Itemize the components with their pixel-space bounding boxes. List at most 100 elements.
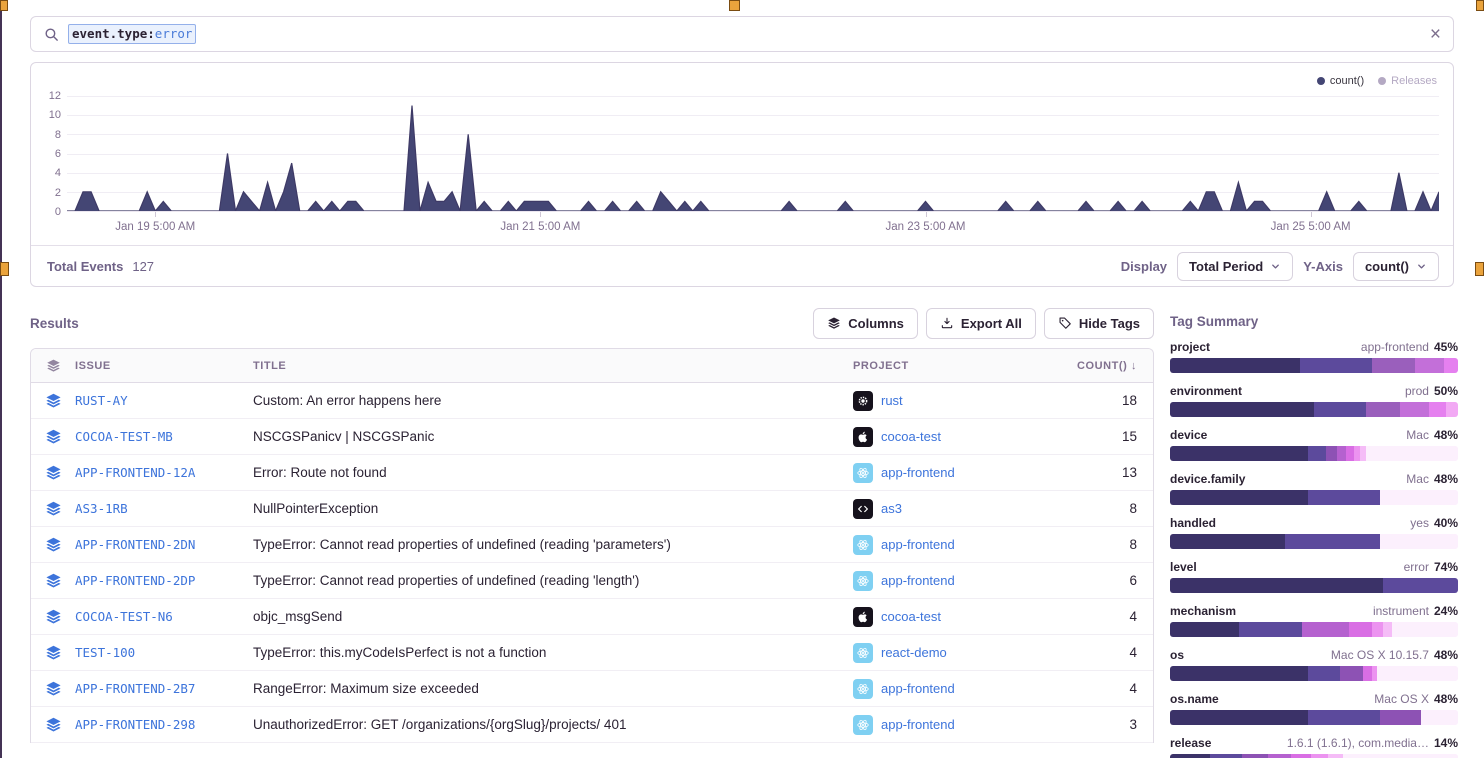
tag-bar[interactable] bbox=[1170, 358, 1458, 373]
tag-bar-segment[interactable] bbox=[1170, 622, 1239, 637]
project-link[interactable]: as3 bbox=[881, 501, 902, 516]
issues-stack-icon[interactable] bbox=[31, 608, 75, 625]
tag-bar[interactable] bbox=[1170, 666, 1458, 681]
selection-handle-right-middle[interactable] bbox=[1475, 262, 1484, 276]
tag-bar-segment[interactable] bbox=[1337, 446, 1346, 461]
project-link[interactable]: cocoa-test bbox=[881, 429, 941, 444]
issue-link[interactable]: COCOA-TEST-N6 bbox=[75, 609, 173, 624]
tag-bar-segment[interactable] bbox=[1346, 446, 1355, 461]
issues-stack-icon[interactable] bbox=[31, 680, 75, 697]
tag-bar-segment[interactable] bbox=[1170, 358, 1300, 373]
tag-bar-segment[interactable] bbox=[1326, 446, 1338, 461]
tag-bar-segment[interactable] bbox=[1308, 666, 1340, 681]
column-header-project[interactable]: PROJECT bbox=[853, 360, 1065, 372]
tag-bar-segment[interactable] bbox=[1444, 358, 1458, 373]
tag-bar-segment[interactable] bbox=[1343, 754, 1458, 758]
tag-bar-segment[interactable] bbox=[1300, 358, 1372, 373]
tag-bar[interactable] bbox=[1170, 446, 1458, 461]
tag-bar-segment[interactable] bbox=[1170, 666, 1308, 681]
tag-bar-segment[interactable] bbox=[1421, 710, 1458, 725]
issue-link[interactable]: APP-FRONTEND-2DP bbox=[75, 573, 195, 588]
tag-bar[interactable] bbox=[1170, 622, 1458, 637]
search-query-token[interactable]: event.type:error bbox=[68, 24, 196, 44]
tag-bar-segment[interactable] bbox=[1285, 534, 1380, 549]
tag-bar-segment[interactable] bbox=[1302, 622, 1348, 637]
legend-item[interactable]: Releases bbox=[1378, 75, 1437, 87]
selection-handle-left-middle[interactable] bbox=[0, 262, 9, 276]
display-dropdown[interactable]: Total Period bbox=[1177, 252, 1293, 281]
issues-stack-icon[interactable] bbox=[31, 500, 75, 517]
tag-bar-segment[interactable] bbox=[1170, 490, 1308, 505]
tag-bar-segment[interactable] bbox=[1308, 446, 1325, 461]
close-icon[interactable]: × bbox=[1430, 25, 1441, 44]
tag-bar-segment[interactable] bbox=[1392, 622, 1458, 637]
project-link[interactable]: cocoa-test bbox=[881, 609, 941, 624]
issue-link[interactable]: APP-FRONTEND-298 bbox=[75, 717, 195, 732]
tag-bar-segment[interactable] bbox=[1239, 622, 1302, 637]
issue-link[interactable]: APP-FRONTEND-12A bbox=[75, 465, 195, 480]
tag-bar-segment[interactable] bbox=[1446, 402, 1458, 417]
legend-item[interactable]: count() bbox=[1317, 75, 1364, 87]
issues-stack-icon[interactable] bbox=[31, 464, 75, 481]
issues-stack-icon[interactable] bbox=[31, 392, 75, 409]
tag-bar-segment[interactable] bbox=[1170, 534, 1285, 549]
tag-bar-segment[interactable] bbox=[1340, 666, 1363, 681]
issues-stack-icon[interactable] bbox=[31, 716, 75, 733]
tag-bar-segment[interactable] bbox=[1363, 666, 1372, 681]
issues-stack-icon[interactable] bbox=[31, 572, 75, 589]
tag-bar-segment[interactable] bbox=[1311, 754, 1328, 758]
tag-bar-segment[interactable] bbox=[1210, 754, 1242, 758]
tag-bar-segment[interactable] bbox=[1429, 402, 1446, 417]
yaxis-dropdown[interactable]: count() bbox=[1353, 252, 1439, 281]
tag-bar-segment[interactable] bbox=[1377, 666, 1458, 681]
project-link[interactable]: app-frontend bbox=[881, 717, 955, 732]
tag-bar-segment[interactable] bbox=[1170, 446, 1308, 461]
tag-bar[interactable] bbox=[1170, 490, 1458, 505]
hide-tags-button[interactable]: Hide Tags bbox=[1044, 308, 1154, 339]
project-link[interactable]: app-frontend bbox=[881, 465, 955, 480]
chart-legend[interactable]: count() Releases bbox=[1317, 75, 1437, 87]
tag-bar-segment[interactable] bbox=[1314, 402, 1366, 417]
tag-bar-segment[interactable] bbox=[1380, 534, 1458, 549]
project-link[interactable]: rust bbox=[881, 393, 903, 408]
tag-bar[interactable] bbox=[1170, 578, 1458, 593]
export-all-button[interactable]: Export All bbox=[926, 308, 1036, 339]
tag-bar-segment[interactable] bbox=[1372, 358, 1415, 373]
tag-bar-segment[interactable] bbox=[1170, 710, 1308, 725]
column-header-title[interactable]: TITLE bbox=[253, 360, 853, 372]
issue-link[interactable]: COCOA-TEST-MB bbox=[75, 429, 173, 444]
issue-link[interactable]: TEST-100 bbox=[75, 645, 135, 660]
issue-link[interactable]: RUST-AY bbox=[75, 393, 128, 408]
tag-bar[interactable] bbox=[1170, 754, 1458, 758]
columns-button[interactable]: Columns bbox=[813, 308, 918, 339]
column-header-issue[interactable]: ISSUE bbox=[75, 360, 253, 372]
tag-bar-segment[interactable] bbox=[1383, 578, 1458, 593]
tag-bar-segment[interactable] bbox=[1366, 402, 1401, 417]
chart-plot[interactable] bbox=[67, 96, 1439, 212]
issues-stack-icon[interactable] bbox=[31, 536, 75, 553]
issues-stack-icon[interactable] bbox=[31, 644, 75, 661]
tag-bar-segment[interactable] bbox=[1380, 490, 1458, 505]
tag-bar-segment[interactable] bbox=[1308, 490, 1380, 505]
issue-link[interactable]: APP-FRONTEND-2B7 bbox=[75, 681, 195, 696]
tag-bar-segment[interactable] bbox=[1170, 578, 1383, 593]
tag-bar-segment[interactable] bbox=[1372, 622, 1384, 637]
tag-bar-segment[interactable] bbox=[1291, 754, 1311, 758]
tag-bar-segment[interactable] bbox=[1400, 402, 1429, 417]
tag-bar-segment[interactable] bbox=[1383, 622, 1392, 637]
tag-bar[interactable] bbox=[1170, 402, 1458, 417]
tag-bar-segment[interactable] bbox=[1349, 622, 1372, 637]
tag-bar[interactable] bbox=[1170, 710, 1458, 725]
project-link[interactable]: app-frontend bbox=[881, 681, 955, 696]
project-link[interactable]: react-demo bbox=[881, 645, 947, 660]
issue-link[interactable]: APP-FRONTEND-2DN bbox=[75, 537, 195, 552]
project-link[interactable]: app-frontend bbox=[881, 573, 955, 588]
tag-bar-segment[interactable] bbox=[1268, 754, 1291, 758]
tag-bar-segment[interactable] bbox=[1308, 710, 1380, 725]
project-link[interactable]: app-frontend bbox=[881, 537, 955, 552]
search-bar[interactable]: event.type:error × bbox=[30, 16, 1454, 52]
tag-bar-segment[interactable] bbox=[1328, 754, 1342, 758]
tag-bar-segment[interactable] bbox=[1170, 402, 1314, 417]
issue-link[interactable]: AS3-1RB bbox=[75, 501, 128, 516]
issues-stack-icon[interactable] bbox=[31, 428, 75, 445]
